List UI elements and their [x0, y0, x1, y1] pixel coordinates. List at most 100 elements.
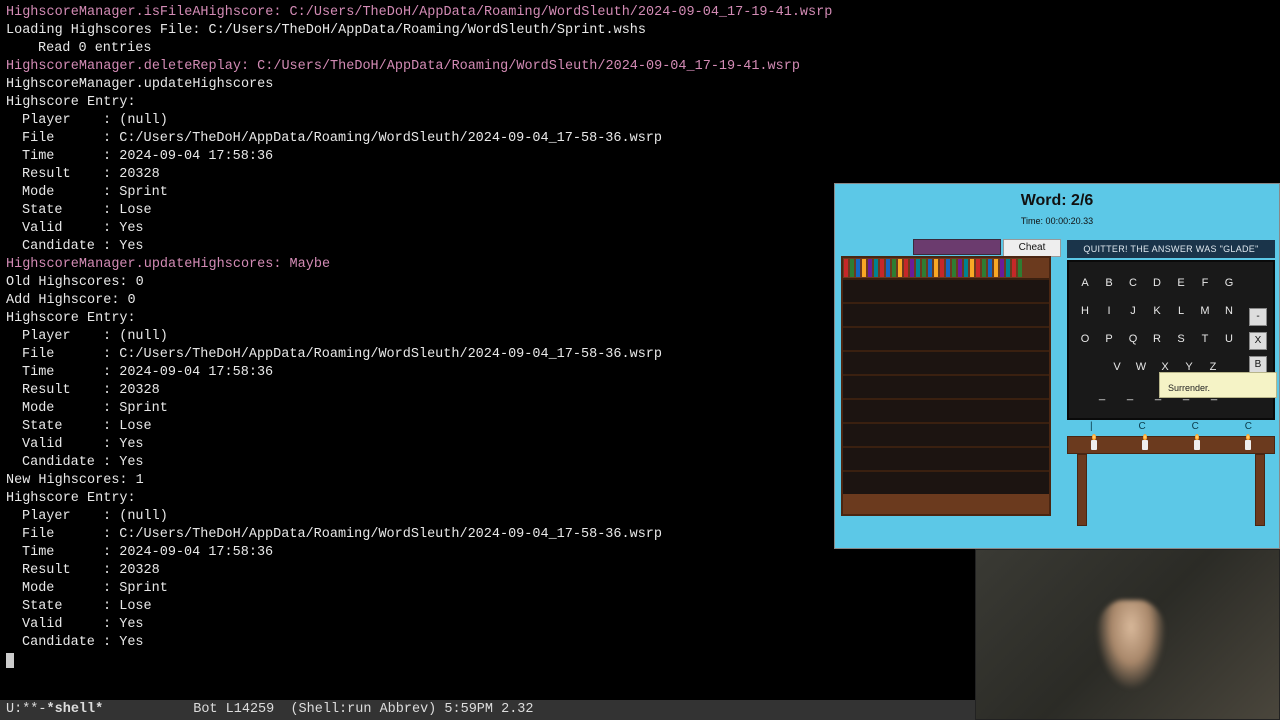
- letter-key-o[interactable]: O: [1079, 330, 1091, 348]
- letter-key-c[interactable]: C: [1127, 274, 1139, 292]
- side-button-x[interactable]: X: [1249, 332, 1267, 350]
- cursor: [6, 653, 14, 668]
- book-spine-icon: [940, 259, 944, 277]
- book-spine-icon: [1012, 259, 1016, 277]
- letter-key-p[interactable]: P: [1103, 330, 1115, 348]
- shelf-slot: [843, 422, 1049, 446]
- book-spine-icon: [982, 259, 986, 277]
- tooltip-surrender: Surrender.: [1159, 372, 1277, 398]
- letter-key-j[interactable]: J: [1127, 302, 1139, 320]
- result-banner: QUITTER! THE ANSWER WAS "GLADE": [1067, 240, 1275, 258]
- book-spine-icon: [856, 259, 860, 277]
- book-spine-icon: [862, 259, 866, 277]
- letter-key-f[interactable]: F: [1199, 274, 1211, 292]
- letter-key-m[interactable]: M: [1199, 302, 1211, 320]
- book-spine-icon: [910, 259, 914, 277]
- candle-icon: [1091, 440, 1097, 450]
- book-spine-icon: [898, 259, 902, 277]
- letter-key-d[interactable]: D: [1151, 274, 1163, 292]
- modeline-position: Bot L14259: [193, 702, 274, 717]
- terminal-line: Player : (null): [6, 112, 1274, 130]
- letter-key-r[interactable]: R: [1151, 330, 1163, 348]
- book-spine-icon: [958, 259, 962, 277]
- webcam-feed: [975, 549, 1280, 720]
- shelf-slot: [843, 350, 1049, 374]
- game-header: Word: 2/6 Time: 00:00:20.33: [835, 184, 1279, 230]
- letter-key-g[interactable]: G: [1223, 274, 1235, 292]
- letter-key-l[interactable]: L: [1175, 302, 1187, 320]
- modeline-mode: (Shell:run Abbrev): [290, 702, 436, 717]
- terminal-line: File : C:/Users/TheDoH/AppData/Roaming/W…: [6, 130, 1274, 148]
- letter-key-b[interactable]: B: [1103, 274, 1115, 292]
- book-spine-icon: [904, 259, 908, 277]
- letter-key-q[interactable]: Q: [1127, 330, 1139, 348]
- shelf-slot: [843, 278, 1049, 302]
- shelf-slot: [843, 374, 1049, 398]
- letter-key-w[interactable]: W: [1135, 358, 1147, 376]
- side-buttons: -XB: [1249, 308, 1267, 374]
- candle-marks: |CCC: [1067, 420, 1275, 434]
- desk-top: [1067, 436, 1275, 454]
- game-window: Word: 2/6 Time: 00:00:20.33 Cheat QUITTE…: [834, 183, 1280, 549]
- letter-key-a[interactable]: A: [1079, 274, 1091, 292]
- terminal-line: Time : 2024-09-04 17:58:36: [6, 148, 1274, 166]
- book-spine-icon: [880, 259, 884, 277]
- answer-slot: _: [1097, 386, 1107, 404]
- candle-icon: [1245, 440, 1251, 450]
- book-spine-icon: [994, 259, 998, 277]
- terminal-line: Read 0 entries: [6, 40, 1274, 58]
- book-spine-icon: [1018, 259, 1022, 277]
- book-spine-icon: [892, 259, 896, 277]
- word-counter: Word: 2/6: [835, 192, 1279, 210]
- book-spine-icon: [922, 259, 926, 277]
- shelf-slot: [843, 302, 1049, 326]
- book-spine-icon: [916, 259, 920, 277]
- letter-key-k[interactable]: K: [1151, 302, 1163, 320]
- shelf-slot: [843, 446, 1049, 470]
- candle-icon: [1194, 440, 1200, 450]
- letter-key-v[interactable]: V: [1111, 358, 1123, 376]
- tab-cheat[interactable]: Cheat: [1003, 239, 1061, 257]
- book-spine-icon: [1000, 259, 1004, 277]
- modeline-buffer: *shell*: [47, 702, 104, 717]
- book-spine-icon: [844, 259, 848, 277]
- game-timer: Time: 00:00:20.33: [835, 212, 1279, 230]
- book-spine-icon: [934, 259, 938, 277]
- letter-key-s[interactable]: S: [1175, 330, 1187, 348]
- shelf-slot: [843, 326, 1049, 350]
- shelf-slot: [843, 470, 1049, 494]
- letter-key-i[interactable]: I: [1103, 302, 1115, 320]
- letter-key-t[interactable]: T: [1199, 330, 1211, 348]
- letter-key-n[interactable]: N: [1223, 302, 1235, 320]
- book-spine-icon: [874, 259, 878, 277]
- letter-key-e[interactable]: E: [1175, 274, 1187, 292]
- book-spine-icon: [970, 259, 974, 277]
- modeline-flags: U:**-: [6, 702, 47, 717]
- book-spine-icon: [952, 259, 956, 277]
- candle-icon: [1142, 440, 1148, 450]
- shelf-slot: [843, 398, 1049, 422]
- book-spine-icon: [886, 259, 890, 277]
- book-spine-icon: [1006, 259, 1010, 277]
- letter-key-h[interactable]: H: [1079, 302, 1091, 320]
- terminal-line: HighscoreManager.updateHighscores: [6, 76, 1274, 94]
- terminal-line: Result : 20328: [6, 166, 1274, 184]
- side-button-minus[interactable]: -: [1249, 308, 1267, 326]
- answer-slot: _: [1125, 386, 1135, 404]
- modeline-load: 2.32: [501, 702, 533, 717]
- bookshelf: [841, 256, 1051, 516]
- tab-main[interactable]: [913, 239, 1001, 255]
- book-spine-icon: [928, 259, 932, 277]
- terminal-line: Loading Highscores File: C:/Users/TheDoH…: [6, 22, 1274, 40]
- terminal-line: HighscoreManager.deleteReplay: C:/Users/…: [6, 58, 1274, 76]
- book-spine-icon: [976, 259, 980, 277]
- terminal-line: HighscoreManager.isFileAHighscore: C:/Us…: [6, 4, 1274, 22]
- game-tabs: Cheat: [913, 239, 1061, 257]
- desk-leg: [1255, 454, 1265, 526]
- letter-key-u[interactable]: U: [1223, 330, 1235, 348]
- book-spine-icon: [868, 259, 872, 277]
- desk-leg: [1077, 454, 1087, 526]
- terminal-line: Highscore Entry:: [6, 94, 1274, 112]
- book-spine-icon: [946, 259, 950, 277]
- books-row: [843, 258, 1049, 278]
